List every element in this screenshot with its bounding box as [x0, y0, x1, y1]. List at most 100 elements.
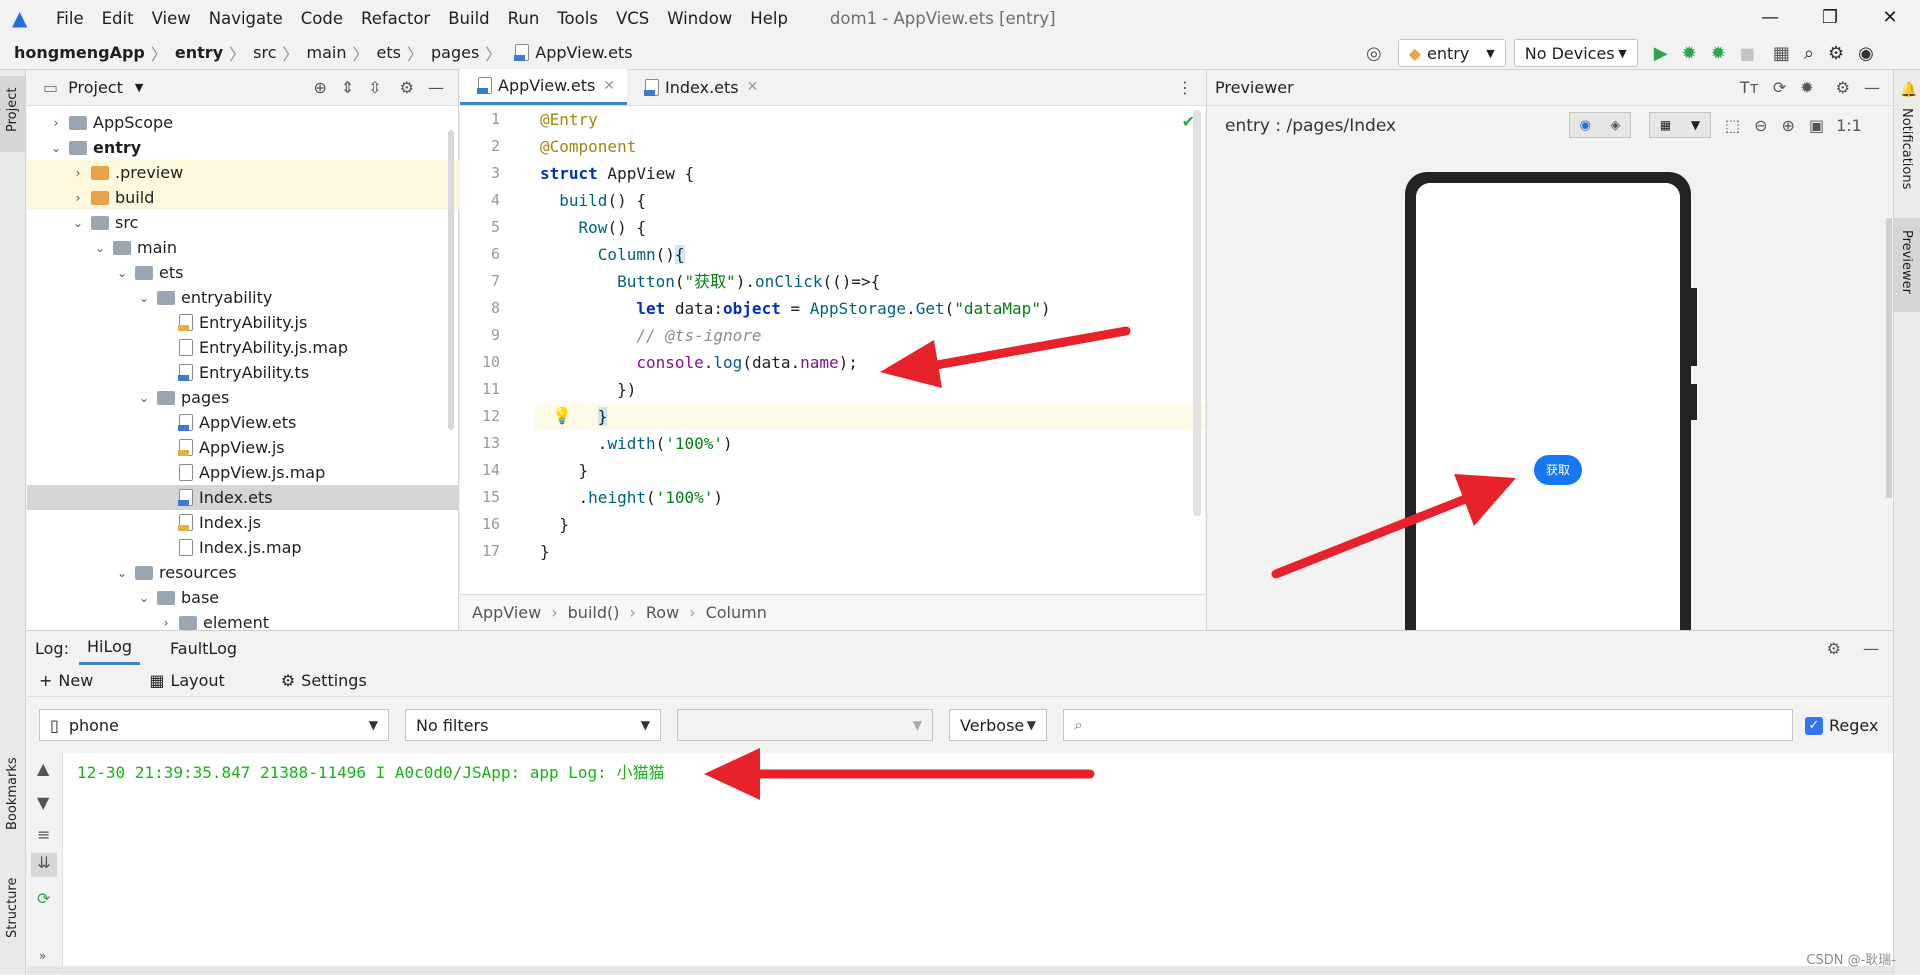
expand-chevron-icon[interactable]: ⌄: [115, 566, 129, 580]
tree-item[interactable]: ›AppScope: [27, 110, 459, 135]
tree-item[interactable]: AppView.js: [27, 435, 459, 460]
fit-screen-icon[interactable]: ▣: [1809, 116, 1824, 135]
zoom-in-icon[interactable]: ⊕: [1782, 116, 1795, 135]
expand-chevron-icon[interactable]: ›: [71, 166, 85, 180]
log-settings-button[interactable]: ⚙Settings: [281, 671, 395, 690]
more-icon[interactable]: »: [39, 949, 46, 963]
stop-icon[interactable]: ■: [1740, 44, 1755, 63]
expand-chevron-icon[interactable]: ⌄: [49, 141, 63, 155]
bulb-icon[interactable]: 💡: [552, 406, 572, 425]
restore-icon[interactable]: ❐: [1800, 0, 1860, 36]
target-icon[interactable]: ◎: [1366, 43, 1382, 64]
layout-button[interactable]: ▦Layout: [149, 671, 253, 690]
minimize-icon[interactable]: —: [1740, 0, 1800, 36]
tree-item[interactable]: ⌄ets: [27, 260, 459, 285]
crumb-file[interactable]: AppView.ets: [535, 43, 632, 62]
menu-code[interactable]: Code: [301, 9, 343, 28]
device-layout-select[interactable]: ▦▼: [1649, 112, 1711, 138]
settings-gear-icon[interactable]: ⚙: [400, 78, 414, 97]
tree-item[interactable]: Index.js.map: [27, 535, 459, 560]
menu-tools[interactable]: Tools: [557, 9, 598, 28]
expand-chevron-icon[interactable]: ⌄: [71, 216, 85, 230]
new-log-button[interactable]: +New: [39, 671, 121, 690]
crumb-pages[interactable]: pages: [431, 43, 479, 62]
menu-help[interactable]: Help: [750, 9, 788, 28]
menu-view[interactable]: View: [152, 9, 191, 28]
tree-item[interactable]: ⌄resources: [27, 560, 459, 585]
tree-item[interactable]: AppView.ets: [27, 410, 459, 435]
tree-item[interactable]: Index.js: [27, 510, 459, 535]
tree-item[interactable]: ›build: [27, 185, 459, 210]
expand-chevron-icon[interactable]: ›: [159, 616, 173, 630]
previewer-scrollbar[interactable]: [1886, 218, 1892, 498]
expand-all-icon[interactable]: ⇕: [341, 78, 354, 97]
font-size-icon[interactable]: Tт: [1740, 78, 1759, 97]
breadcrumb-row[interactable]: Row: [646, 603, 679, 622]
settings-gear-icon[interactable]: ⚙: [1827, 639, 1841, 658]
debug-icon[interactable]: ✹: [1682, 43, 1697, 64]
account-icon[interactable]: ◉: [1858, 43, 1874, 64]
crumb-module[interactable]: entry: [175, 43, 223, 62]
structure-tool-label[interactable]: Structure: [5, 878, 20, 938]
regex-checkbox[interactable]: ✓: [1805, 717, 1823, 735]
tab-hilog[interactable]: HiLog: [79, 631, 140, 665]
log-level-select[interactable]: Verbose ▼: [949, 709, 1047, 741]
restart-icon[interactable]: ⟳: [37, 889, 50, 908]
tree-item[interactable]: ⌄entryability: [27, 285, 459, 310]
menu-refactor[interactable]: Refactor: [361, 9, 430, 28]
expand-chevron-icon[interactable]: ⌄: [93, 241, 107, 255]
search-icon[interactable]: ⌕: [1804, 43, 1814, 64]
crumb-main[interactable]: main: [307, 43, 347, 62]
hide-panel-icon[interactable]: —: [1863, 639, 1879, 658]
tab-faultlog[interactable]: FaultLog: [162, 633, 245, 664]
scroll-down-icon[interactable]: ▼: [37, 793, 49, 812]
expand-chevron-icon[interactable]: ⌄: [137, 591, 151, 605]
tab-appview[interactable]: AppView.ets ✕: [460, 69, 627, 105]
run-icon[interactable]: ▶: [1654, 43, 1668, 64]
inspector-toggle[interactable]: ◉◈: [1569, 112, 1631, 138]
attach-debugger-icon[interactable]: ✹: [1711, 43, 1726, 64]
code-area[interactable]: @Entry @Component struct AppView { build…: [540, 106, 1200, 594]
tree-item[interactable]: ⌄main: [27, 235, 459, 260]
locate-icon[interactable]: ⊕: [313, 78, 326, 97]
close-tab-icon[interactable]: ✕: [747, 79, 759, 95]
bookmarks-tool-label[interactable]: Bookmarks: [5, 757, 20, 830]
crumb-ets[interactable]: ets: [377, 43, 401, 62]
run-config-select[interactable]: ◆ entry ▼: [1398, 39, 1506, 67]
zoom-out-icon[interactable]: ⊖: [1754, 116, 1767, 135]
tree-item[interactable]: ›.preview: [27, 160, 459, 185]
tab-index[interactable]: Index.ets ✕: [627, 69, 770, 105]
editor-scrollbar[interactable]: [1193, 110, 1201, 516]
tree-item[interactable]: EntryAbility.ts: [27, 360, 459, 385]
close-tab-icon[interactable]: ✕: [603, 78, 615, 94]
expand-chevron-icon[interactable]: ›: [49, 116, 63, 130]
menu-window[interactable]: Window: [667, 9, 732, 28]
soft-wrap-icon[interactable]: ≡: [37, 825, 50, 844]
expand-chevron-icon[interactable]: ⌄: [115, 266, 129, 280]
chevron-down-icon[interactable]: ▼: [135, 81, 143, 94]
tree-item[interactable]: ⌄base: [27, 585, 459, 610]
close-icon[interactable]: ✕: [1860, 0, 1920, 36]
more-options-icon[interactable]: ⋮: [1177, 78, 1193, 97]
notifications-tool-label[interactable]: Notifications: [1899, 108, 1914, 189]
process-filter-select[interactable]: No filters ▼: [405, 709, 661, 741]
device-manager-icon[interactable]: ▦: [1773, 43, 1790, 64]
notifications-icon[interactable]: 🔔: [1900, 82, 1917, 98]
package-filter-select[interactable]: ▼: [677, 709, 933, 741]
tree-item[interactable]: Index.ets: [27, 485, 459, 510]
crumb-project[interactable]: hongmengApp: [14, 43, 145, 62]
scroll-up-icon[interactable]: ▲: [37, 759, 49, 778]
device-select[interactable]: No Devices ▼: [1514, 39, 1638, 67]
menu-edit[interactable]: Edit: [102, 9, 134, 28]
expand-chevron-icon[interactable]: ⌄: [137, 291, 151, 305]
bug-icon[interactable]: ✹: [1800, 78, 1813, 97]
breadcrumb-build[interactable]: build(): [568, 603, 620, 622]
menu-run[interactable]: Run: [508, 9, 540, 28]
menu-vcs[interactable]: VCS: [616, 9, 649, 28]
log-search-input[interactable]: ⌕: [1063, 709, 1793, 741]
tree-item[interactable]: ⌄pages: [27, 385, 459, 410]
actual-size-button[interactable]: 1:1: [1836, 116, 1862, 135]
layers-icon[interactable]: ◈: [1610, 118, 1620, 133]
settings-gear-icon[interactable]: ⚙: [1836, 78, 1850, 97]
tree-item[interactable]: EntryAbility.js.map: [27, 335, 459, 360]
